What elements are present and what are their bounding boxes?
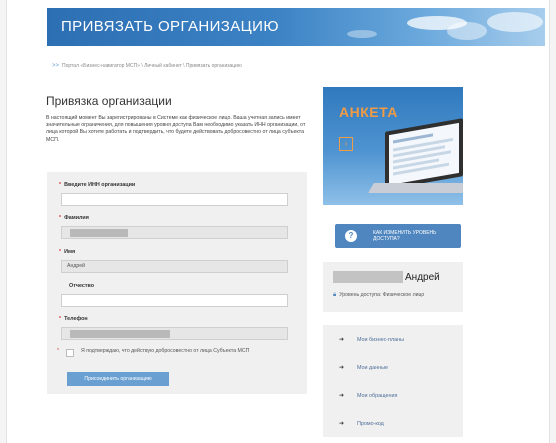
surname-field [61,226,288,239]
sidebar-item-label[interactable]: Промо-код [357,421,384,427]
page-banner: ПРИВЯЗАТЬ ОРГАНИЗАЦИЮ [47,8,545,46]
required-mark: * [59,215,62,221]
user-card: Андрей 🔒︎ Уровень доступа: Физическое лиц… [323,262,463,312]
intro-text: В настоящий момент Вы зарегистрированы в… [46,115,306,143]
name-label: * Имя [59,249,76,255]
arrow-right-icon[interactable]: › [339,137,353,151]
lock-icon: 🔒︎ [333,292,337,298]
survey-promo-banner[interactable]: АНКЕТА › [323,87,463,205]
arrow-right-icon: ➜ [339,365,345,371]
sidebar-menu: ➜ Мои бизнес-планы ➜ Мои данные ➜ Мои об… [323,325,463,437]
sidebar-item-my-data[interactable]: ➜ Мои данные [323,355,463,381]
page-title: ПРИВЯЗАТЬ ОРГАНИЗАЦИЮ [61,18,279,35]
laptop-image [385,118,463,190]
agree-checkbox[interactable] [66,349,74,357]
form-title: Привязка организации [46,94,172,108]
laptop-base [368,183,463,193]
question-icon: ? [345,230,357,242]
patronymic-input[interactable] [61,294,288,307]
bind-organization-form: * Введите ИНН организации * Фамилия * Имя А… [47,172,307,394]
agree-label: Я подтверждаю, что действую добросовестн… [81,348,250,354]
required-mark: * [59,316,62,322]
required-mark: * [59,249,62,255]
breadcrumb-text[interactable]: Портал «Бизнес-навигатор МСП» \ Личный к… [62,63,242,69]
required-mark: * [57,348,60,354]
arrow-right-icon: ➜ [339,393,345,399]
phone-label: * Телефон [59,316,88,322]
arrow-right-icon: ➜ [339,421,345,427]
inn-label: * Введите ИНН организации [59,182,136,188]
promo-title: АНКЕТА [339,104,398,120]
user-surname-redacted [333,271,403,283]
how-to-change-access-button[interactable]: ? КАК ИЗМЕНИТЬ УРОВЕНЬ ДОСТУПА? [335,224,461,248]
surname-label: * Фамилия [59,215,89,221]
phone-field [61,327,288,340]
name-field: Андрей [61,260,288,273]
user-name: Андрей [405,272,440,283]
inn-input[interactable] [61,193,288,206]
access-level: 🔒︎ Уровень доступа: Физическое лицо [333,292,425,298]
how-to-change-access-label: КАК ИЗМЕНИТЬ УРОВЕНЬ ДОСТУПА? [373,230,437,242]
sidebar-item-label[interactable]: Мои бизнес-планы [357,337,404,343]
required-mark: * [59,182,62,188]
sidebar-item-promo-code[interactable]: ➜ Промо-код [323,411,463,437]
breadcrumb[interactable]: >> Портал «Бизнес-навигатор МСП» \ Личный… [52,63,242,69]
sidebar-item-label[interactable]: Мои обращения [357,393,397,399]
submit-button[interactable]: Присоединить организацию [67,372,169,386]
sidebar-item-business-plans[interactable]: ➜ Мои бизнес-планы [323,327,463,353]
sidebar-item-my-requests[interactable]: ➜ Мои обращения [323,383,463,409]
arrow-right-icon: ➜ [339,337,345,343]
sidebar-item-label[interactable]: Мои данные [357,365,388,371]
breadcrumb-arrows-icon: >> [52,63,60,69]
patronymic-label: Отчество [69,283,95,289]
page: ПРИВЯЗАТЬ ОРГАНИЗАЦИЮ >> Портал «Бизнес-н… [6,0,550,443]
